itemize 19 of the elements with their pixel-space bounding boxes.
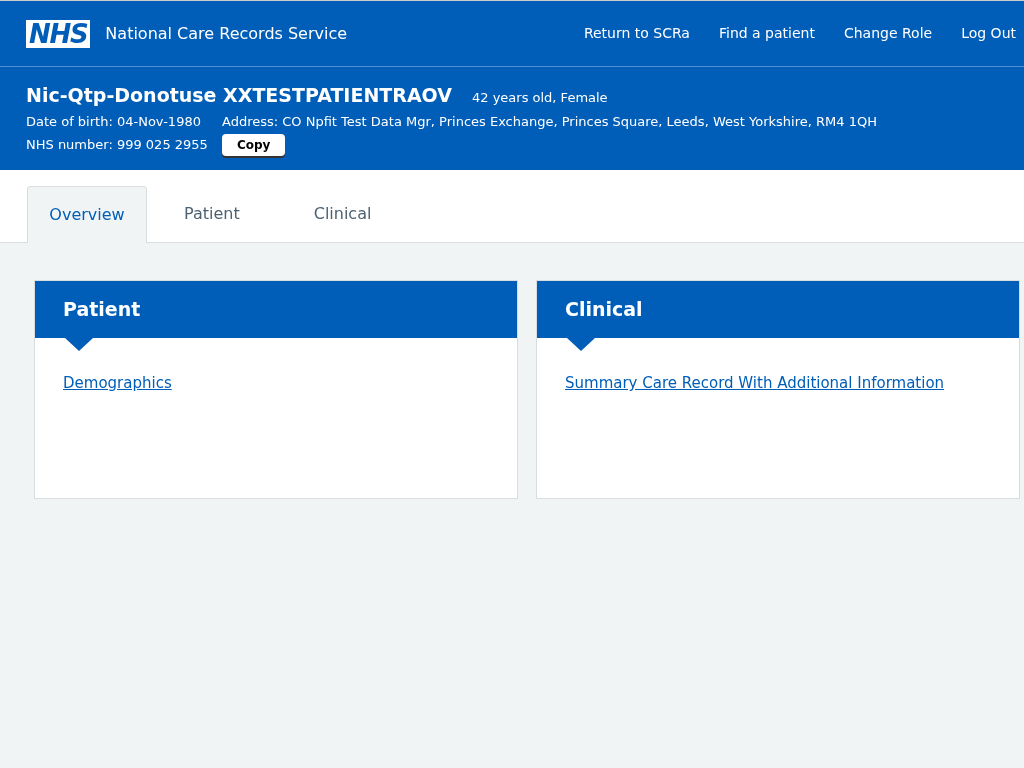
card-title: Clinical bbox=[565, 297, 643, 323]
nav-link[interactable]: Change Role bbox=[843, 23, 933, 44]
service-name: National Care Records Service bbox=[105, 22, 348, 45]
copy-button[interactable]: Copy bbox=[221, 134, 286, 156]
date-of-birth: Date of birth: 04-Nov-1980 bbox=[26, 112, 201, 131]
card-link[interactable]: Summary Care Record With Additional Information bbox=[565, 372, 945, 395]
card-title: Patient bbox=[63, 297, 141, 323]
nav-link[interactable]: Return to SCRa bbox=[583, 23, 690, 44]
tab[interactable]: Patient bbox=[147, 185, 277, 242]
card-link[interactable]: Demographics bbox=[63, 372, 172, 395]
nhs-number: NHS number: 999 025 2955 bbox=[26, 136, 208, 155]
age-sex: 42 years old, Female bbox=[471, 89, 608, 107]
address: Address: CO Npfit Test Data Mgr, Princes Exchange, Princes Square, Leeds, West Yorkshire, RM4 1QH bbox=[221, 112, 877, 131]
patient-name: Nic-Qtp-Donotuse XXTESTPATIENTRAOV bbox=[26, 83, 452, 108]
nav-link[interactable]: Log Out bbox=[961, 23, 1016, 44]
nhs-logo[interactable]: NHS bbox=[26, 19, 91, 48]
tab[interactable]: Clinical bbox=[276, 185, 409, 242]
nav-link[interactable]: Find a patient bbox=[718, 23, 815, 44]
tab[interactable]: Overview bbox=[27, 186, 147, 243]
